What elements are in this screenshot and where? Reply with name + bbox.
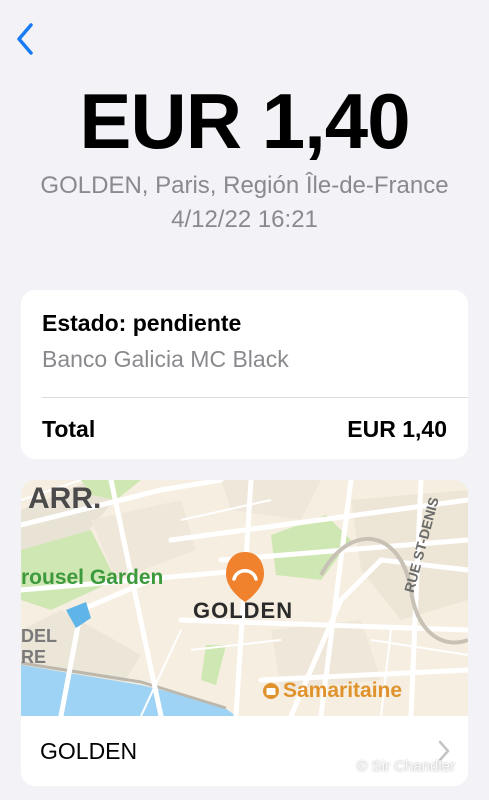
back-button[interactable] [8, 18, 42, 60]
total-label: Total [42, 416, 96, 442]
watermark: © Sir Chandler [356, 758, 455, 775]
merchant-row-label: GOLDEN [40, 738, 138, 764]
map-label-edge-2: RE [21, 647, 47, 667]
status-label: Estado: pendiente [42, 310, 242, 336]
merchant-location: GOLDEN, Paris, Región Île-de-France [40, 172, 449, 199]
map-label-garden: rousel Garden [21, 566, 164, 589]
card-name: Banco Galicia MC Black [42, 346, 289, 372]
map-view[interactable]: ARR. rousel Garden GOLDEN RUE ST-DENIS S… [21, 480, 468, 716]
total-value: EUR 1,40 [347, 416, 447, 442]
transaction-amount: EUR 1,40 [79, 77, 410, 165]
chevron-left-icon [17, 23, 33, 55]
map-card: ARR. rousel Garden GOLDEN RUE ST-DENIS S… [21, 480, 468, 786]
status-card: Estado: pendiente Banco Galicia MC Black… [21, 290, 468, 459]
transaction-datetime: 4/12/22 16:21 [171, 206, 318, 233]
map-label-arrondissement: ARR. [28, 482, 102, 515]
merchant-row[interactable]: GOLDEN [21, 716, 468, 786]
map-label-edge-1: DEL [21, 626, 57, 646]
shopping-bag-icon [263, 683, 279, 699]
map-label-merchant: GOLDEN [193, 598, 294, 623]
divider [42, 397, 468, 398]
map-label-store: Samaritaine [283, 679, 403, 702]
